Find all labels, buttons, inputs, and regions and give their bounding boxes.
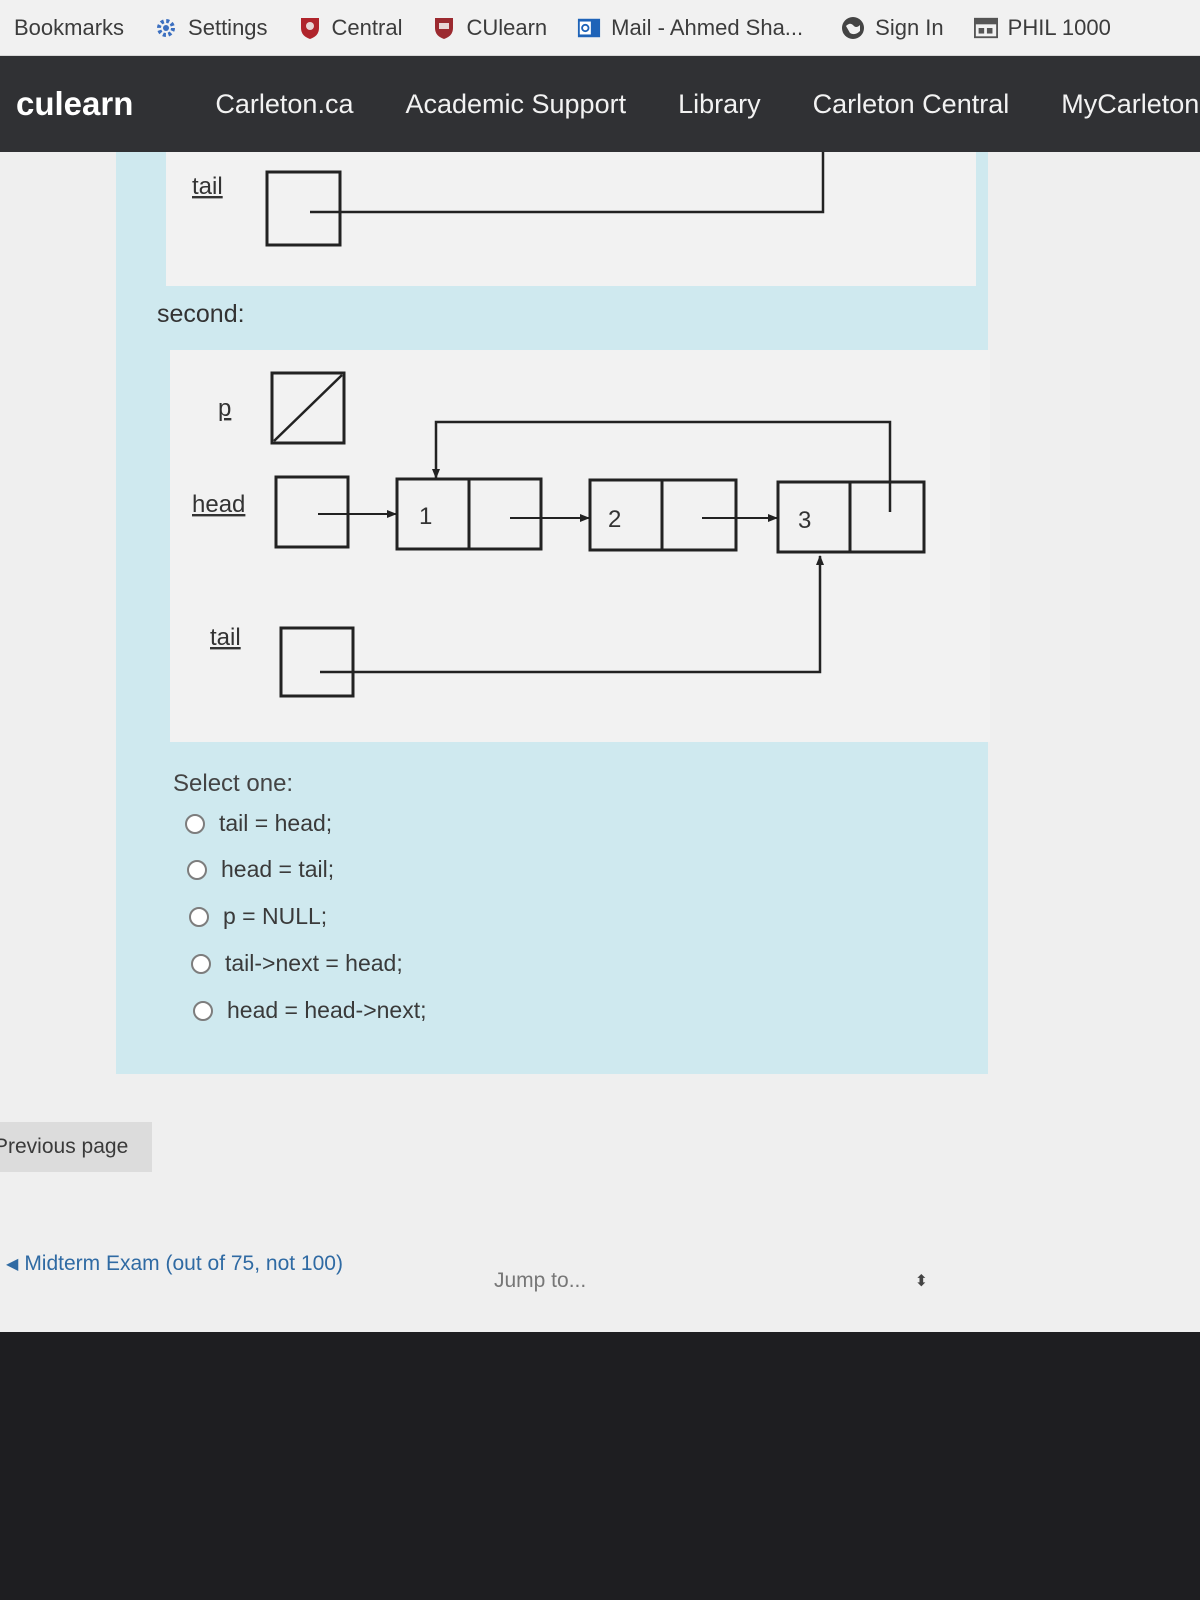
site-navbar: culearn Carleton.ca Academic Support Lib… [0,56,1200,152]
node-2-next [660,478,738,552]
option-label: tail = head; [219,810,333,836]
select-arrows-icon: ⬍ [914,1273,928,1290]
previous-page-label: Previous page [0,1135,129,1158]
node-1-value: 1 [419,503,432,530]
bookmark-label: Central [331,14,403,40]
p-null-slash [273,374,343,442]
answer-option[interactable]: head = head->next; [193,997,427,1024]
previous-activity-link[interactable]: ◀ Midterm Exam (out of 75, not 100) [6,1252,343,1276]
triangle-left-icon: ◀ [6,1256,19,1273]
radio-button[interactable] [191,953,211,974]
crest-icon [432,16,456,40]
page-content: second: tail p head 1 2 3 tail Select on… [0,152,1200,1332]
option-label: head = head->next; [227,997,427,1023]
answer-option[interactable]: tail = head; [185,810,332,837]
outlook-icon [577,16,601,40]
node-3-data [776,480,852,554]
node-3-next [848,480,926,554]
bookmark-bookmarks[interactable]: Bookmarks [14,15,124,41]
first-tail-label: tail [192,173,223,200]
globe-icon [841,16,865,40]
jump-to-select[interactable]: Jump to... ⬍ [494,1256,944,1306]
bookmark-mail[interactable]: Mail - Ahmed Sha... [577,15,803,41]
head-box [274,475,350,549]
bookmark-label: Settings [188,14,268,40]
node-1-next [467,477,543,551]
bookmark-label: CUlearn [466,14,548,40]
jump-to-label: Jump to... [494,1269,587,1292]
nav-link-academic-support[interactable]: Academic Support [405,89,626,120]
radio-button[interactable] [187,859,207,880]
bookmark-culearn[interactable]: CUlearn [432,15,547,41]
nav-link-library[interactable]: Library [678,89,761,120]
linked-list-diagram: tail p head 1 2 3 tail [192,152,926,698]
bookmark-label: Bookmarks [14,14,125,40]
answer-option[interactable]: tail->next = head; [191,950,403,977]
first-tail-pointer [310,152,825,214]
gear-icon [154,16,178,40]
radio-button[interactable] [193,1000,213,1021]
bookmarks-bar: Bookmarks Settings Central CUlearn Mail … [0,0,1200,56]
tail-label: tail [210,624,241,651]
option-label: tail->next = head; [225,950,403,976]
bookmark-central[interactable]: Central [298,14,403,41]
nav-link-carleton[interactable]: Carleton.ca [215,89,353,120]
answer-option[interactable]: p = NULL; [189,903,327,930]
bookmark-label: PHIL 1000 [1007,14,1111,40]
p-label: p [218,395,231,422]
bookmark-sign-in[interactable]: Sign In [841,15,944,41]
option-label: p = NULL; [223,903,328,929]
previous-page-button[interactable]: Previous page [0,1122,152,1172]
tail-pointer [320,555,824,674]
radio-button[interactable] [189,906,209,927]
bookmark-label: Mail - Ahmed Sha... [611,14,804,40]
node-2-data [588,478,664,552]
option-label: head = tail; [221,856,335,882]
head-label: head [192,491,245,518]
node-3-value: 3 [798,507,811,534]
screen-bezel [0,1332,1200,1600]
node-2-value: 2 [608,506,621,533]
nav-link-carleton-central[interactable]: Carleton Central [813,89,1010,120]
bookmark-label: Sign In [875,14,944,40]
bookmark-phil-1000[interactable]: PHIL 1000 [973,14,1111,41]
first-tail-box [265,170,342,247]
tail-box [279,626,355,698]
window-icon [973,16,998,40]
site-brand[interactable]: culearn [16,85,133,123]
answer-option[interactable]: head = tail; [187,856,334,883]
crest-icon [298,16,322,40]
radio-button[interactable] [185,813,205,834]
previous-activity-label: Midterm Exam (out of 75, not 100) [24,1252,343,1275]
node-1-data [395,477,471,551]
nav-link-mycarleton[interactable]: MyCarleton [1061,89,1199,120]
bookmark-settings[interactable]: Settings [154,15,268,41]
select-one-label: Select one: [173,770,294,797]
